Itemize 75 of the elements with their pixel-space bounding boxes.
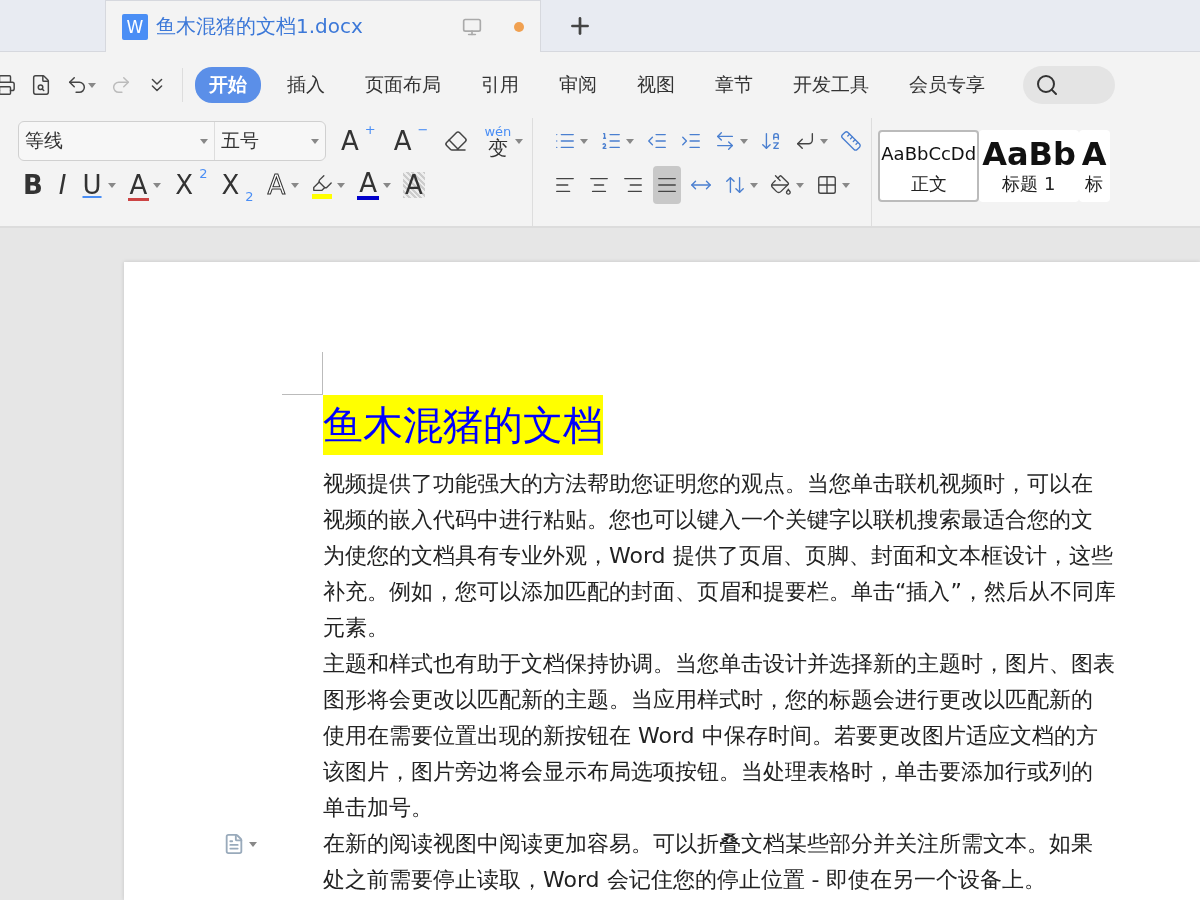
caret-icon[interactable]: [796, 182, 805, 188]
caret-icon[interactable]: [383, 182, 392, 188]
caret-icon[interactable]: [842, 182, 851, 188]
caret-icon[interactable]: [515, 138, 524, 144]
paragraph-menu-icon[interactable]: [223, 833, 257, 855]
spacing-icon: [724, 174, 747, 196]
body-text-line: 视频的嵌入代码中进行粘贴。您也可以键入一个关键字以联机搜索最适合您的文: [323, 506, 1093, 534]
ribbon-tab[interactable]: 会员专享: [895, 67, 999, 103]
italic-button[interactable]: I: [53, 166, 72, 204]
body-text-line: 补充。例如，您可以添加匹配的封面、页眉和提要栏。单击“插入”，然后从不同库: [323, 578, 1116, 606]
font-size-dropdown[interactable]: 五号: [215, 122, 325, 160]
caret-icon[interactable]: [153, 182, 162, 188]
monitor-icon[interactable]: [462, 16, 482, 37]
caret-icon[interactable]: [626, 138, 635, 144]
caret-icon[interactable]: [580, 138, 589, 144]
style-preset[interactable]: A 标: [1078, 130, 1110, 202]
style-preset[interactable]: AaBbCcDd 正文: [878, 130, 980, 202]
document-title: 鱼木混猪的文档: [323, 395, 603, 455]
print-button[interactable]: [0, 74, 16, 96]
bold-button[interactable]: B: [18, 166, 48, 204]
justify-button[interactable]: [653, 166, 682, 204]
grow-button[interactable]: A +: [336, 122, 379, 160]
redo-icon: [110, 74, 132, 96]
caret-icon[interactable]: [107, 182, 116, 188]
tab-title: 鱼木混猪的文档1.docx: [156, 13, 364, 40]
caret-icon: [311, 138, 319, 144]
caret-icon[interactable]: [291, 182, 300, 188]
phonetic-button[interactable]: wén 变: [481, 122, 527, 160]
body-text-line: 使用在需要位置出现的新按钮在 Word 中保存时间。若要更改图片适应文档的方: [323, 722, 1098, 750]
search-icon: [1035, 73, 1059, 97]
body-text-line: 单击加号。: [323, 794, 433, 822]
undo-icon: [66, 74, 88, 96]
ruler-icon: [840, 130, 863, 152]
style-preset[interactable]: AaBb 标题 1: [979, 130, 1079, 202]
ribbon-tab[interactable]: 开发工具: [779, 67, 883, 103]
crop-mark: [282, 352, 323, 395]
sup-button[interactable]: X 2: [170, 166, 211, 204]
search-field[interactable]: [1023, 66, 1115, 104]
caret-icon[interactable]: [740, 138, 749, 144]
unsaved-dot: [514, 21, 524, 32]
shrink-button[interactable]: A −: [388, 122, 432, 160]
font-name-dropdown[interactable]: 等线: [19, 122, 215, 160]
ribbon-tab[interactable]: 插入: [273, 67, 339, 103]
caret-icon[interactable]: [750, 182, 759, 188]
body-text-line: 处之前需要停止读取，Word 会记住您的停止位置 - 即使在另一个设备上。: [323, 866, 1047, 894]
print-icon: [0, 74, 16, 96]
body-text-line: 图形将会更改以匹配新的主题。当应用样式时，您的标题会进行更改以匹配新的: [323, 686, 1093, 714]
caret-icon[interactable]: [820, 138, 829, 144]
ribbon-tab[interactable]: 页面布局: [351, 67, 455, 103]
ribbon-tab[interactable]: 视图: [623, 67, 689, 103]
underline-button[interactable]: U: [77, 166, 119, 204]
ribbon-tab[interactable]: 引用: [467, 67, 533, 103]
caret-icon[interactable]: [88, 82, 96, 88]
eraser-icon: [444, 129, 469, 153]
caret-icon[interactable]: [337, 182, 346, 188]
sub-button[interactable]: X 2: [216, 166, 257, 204]
fontcolor-button[interactable]: A: [354, 166, 395, 204]
body-text-line: 视频提供了功能强大的方法帮助您证明您的观点。当您单击联机视频时，可以在: [323, 470, 1093, 498]
document-tab[interactable]: W 鱼木混猪的文档1.docx: [105, 0, 541, 52]
writer-logo-icon: W: [122, 13, 148, 40]
body-text-line: 为使您的文档具有专业外观，Word 提供了页眉、页脚、封面和文本框设计，这些: [323, 542, 1113, 570]
body-text-line: 主题和样式也有助于文档保持协调。当您单击设计并选择新的主题时，图片、图表: [323, 650, 1115, 678]
body-text-line: 在新的阅读视图中阅读更加容易。可以折叠文档某些部分并关注所需文本。如果: [323, 830, 1093, 858]
fill-icon: [770, 174, 793, 196]
undo-button[interactable]: [66, 74, 96, 96]
numbering-icon: [600, 130, 623, 152]
body-text-line: 该图片，图片旁边将会显示布局选项按钮。当处理表格时，单击要添加行或列的: [323, 758, 1093, 786]
caret-icon: [200, 138, 208, 144]
strike-button[interactable]: A: [124, 166, 165, 204]
ribbon-tab[interactable]: 章节: [701, 67, 767, 103]
preview-button[interactable]: [30, 74, 52, 96]
border-icon: [816, 174, 839, 196]
body-text-line: 元素。: [323, 614, 389, 642]
preview-icon: [30, 74, 52, 96]
ribbon-tab[interactable]: 审阅: [545, 67, 611, 103]
